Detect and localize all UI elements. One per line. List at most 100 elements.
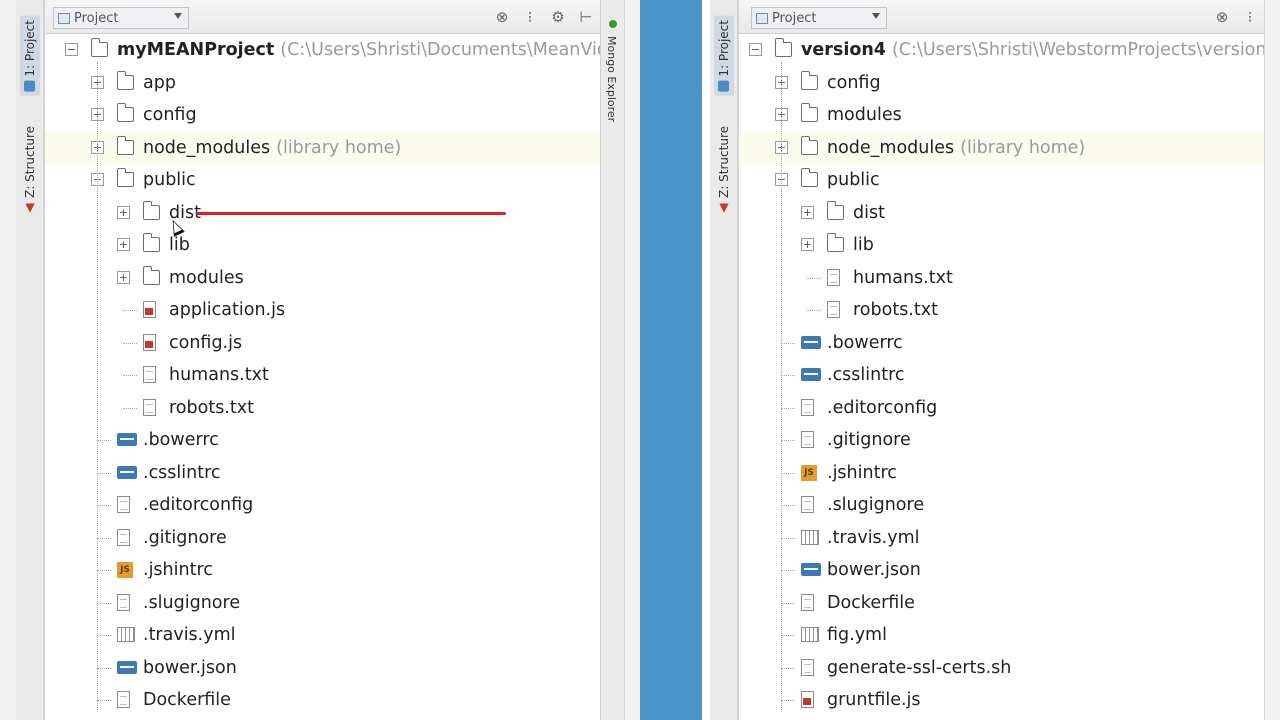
folder-icon bbox=[826, 200, 844, 220]
tree-item-bower-json[interactable]: bower.json bbox=[739, 554, 1264, 586]
tree-item-application-js[interactable]: application.js bbox=[45, 294, 600, 326]
tree-item-jshintrc[interactable]: JS .jshintrc bbox=[739, 457, 1264, 489]
tree-connector bbox=[781, 407, 795, 409]
screen-left-gutter bbox=[0, 0, 16, 720]
text-file-icon bbox=[143, 366, 156, 383]
left-ide-window: 1: Project ▲ Z: Structure Project ⊗ ⁝ ⚙ … bbox=[16, 0, 640, 720]
item-name: application.js bbox=[169, 300, 286, 320]
desktop-background bbox=[640, 0, 702, 720]
expand-toggle-icon[interactable]: + bbox=[801, 238, 814, 251]
tree-item-editorconfig[interactable]: .editorconfig bbox=[739, 392, 1264, 424]
target-icon[interactable]: ⊗ bbox=[494, 8, 510, 26]
tree-item-gitignore[interactable]: .gitignore bbox=[739, 424, 1264, 456]
item-name: .jshintrc bbox=[143, 560, 213, 580]
item-name: .bowerrc bbox=[143, 430, 219, 450]
text-file-icon bbox=[801, 496, 814, 513]
collapse-toggle-icon[interactable]: − bbox=[749, 43, 762, 56]
tree-item-robots-txt[interactable]: robots.txt bbox=[739, 294, 1264, 326]
expand-toggle-icon[interactable]: + bbox=[801, 205, 814, 219]
jshint-file-icon: JS bbox=[801, 464, 817, 481]
tab-project[interactable]: 1: Project bbox=[20, 16, 40, 96]
gear-icon[interactable]: ⚙ bbox=[550, 8, 566, 26]
tree-connector bbox=[97, 505, 111, 506]
tree-item-modules[interactable]: + modules bbox=[739, 99, 1264, 131]
project-view-icon bbox=[58, 12, 70, 24]
tree-item-gitignore[interactable]: .gitignore bbox=[45, 522, 600, 554]
tree-item-bowerrc[interactable]: .bowerrc bbox=[739, 327, 1264, 359]
tree-item-config[interactable]: + config bbox=[739, 67, 1264, 99]
tree-connector bbox=[781, 440, 795, 441]
item-name: .jshintrc bbox=[827, 462, 897, 483]
tree-item-gruntfile-js[interactable]: gruntfile.js bbox=[739, 684, 1264, 716]
collapse-toggle-icon[interactable]: − bbox=[65, 43, 78, 56]
tree-item-travis-yml[interactable]: .travis.yml bbox=[739, 522, 1264, 554]
tree-item-travis-yml[interactable]: .travis.yml bbox=[45, 619, 600, 651]
pin-icon[interactable]: ⊢ bbox=[578, 8, 594, 26]
tree-item-humans-txt[interactable]: humans.txt bbox=[45, 359, 600, 391]
tree-connector bbox=[781, 635, 795, 636]
project-view-label-right: Project bbox=[772, 10, 817, 26]
json-file-icon bbox=[117, 660, 137, 674]
expand-toggle-icon[interactable]: + bbox=[117, 238, 130, 251]
tree-item-config-js[interactable]: config.js bbox=[45, 327, 600, 359]
tree-item-public[interactable]: − public bbox=[45, 164, 600, 196]
mongo-explorer-tab[interactable]: Mongo Explorer bbox=[605, 36, 618, 122]
tree-item-bower-json[interactable]: bower.json bbox=[45, 652, 600, 684]
tree-item-public[interactable]: − public bbox=[739, 164, 1264, 196]
tab-structure-label: Z: Structure bbox=[23, 126, 37, 198]
tree-item-dockerfile[interactable]: Dockerfile bbox=[739, 587, 1264, 619]
tree-item-humans-txt[interactable]: humans.txt bbox=[739, 262, 1264, 294]
item-name: lib bbox=[169, 235, 190, 255]
item-name: fig.yml bbox=[827, 625, 887, 645]
annotation-red-line bbox=[196, 212, 506, 215]
tree-root[interactable]: − version4 (C:\Users\Shristi\WebstormProje… bbox=[739, 34, 1280, 66]
chevron-down-icon bbox=[174, 13, 182, 19]
target-icon[interactable]: ⊗ bbox=[1214, 8, 1230, 26]
item-name: .slugignore bbox=[827, 495, 925, 515]
item-name: public bbox=[827, 170, 880, 190]
tab-project-right[interactable]: 1: Project bbox=[714, 16, 734, 96]
project-icon bbox=[24, 80, 36, 92]
tree-item-dockerfile[interactable]: Dockerfile bbox=[45, 684, 600, 716]
tree-item-bowerrc[interactable]: .bowerrc bbox=[45, 424, 600, 456]
tree-item-dist[interactable]: + dist bbox=[739, 197, 1264, 229]
tree-item-lib[interactable]: + lib bbox=[739, 229, 1264, 261]
jshint-file-icon: JS bbox=[117, 562, 133, 578]
item-name: node_modules bbox=[827, 137, 955, 158]
project-view-dropdown[interactable]: Project bbox=[53, 7, 189, 29]
tree-root[interactable]: − myMEANProject (C:\Users\Shristi\Document… bbox=[45, 34, 629, 66]
root-name: myMEANProject bbox=[117, 40, 275, 60]
tree-item-jshintrc[interactable]: JS .jshintrc bbox=[45, 554, 600, 586]
tree-item-slugignore[interactable]: .slugignore bbox=[739, 489, 1264, 521]
tree-item-robots-txt[interactable]: robots.txt bbox=[45, 392, 600, 424]
tab-structure-right[interactable]: ▲ Z: Structure bbox=[714, 126, 734, 216]
item-name: .travis.yml bbox=[143, 625, 236, 645]
tree-connector bbox=[97, 537, 111, 539]
expand-toggle-icon[interactable]: + bbox=[117, 270, 130, 284]
tree-item-lib[interactable]: + lib bbox=[45, 229, 600, 261]
expand-toggle-icon[interactable]: + bbox=[117, 205, 130, 219]
tab-structure[interactable]: ▲ Z: Structure bbox=[20, 126, 40, 216]
tree-item-generate-ssl-certs-sh[interactable]: generate-ssl-certs.sh bbox=[739, 652, 1264, 684]
project-view-dropdown-right[interactable]: Project bbox=[751, 7, 887, 29]
tree-item-fig-yml[interactable]: fig.yml bbox=[739, 619, 1264, 651]
project-toolbar-left: Project ⊗ ⁝ ⚙ ⊢ bbox=[45, 0, 600, 34]
folder-icon bbox=[800, 70, 818, 90]
item-name: .travis.yml bbox=[827, 527, 920, 548]
tree-item-app[interactable]: + app bbox=[45, 67, 600, 99]
tree-item-node-modules[interactable]: + node_modules (library home) bbox=[45, 131, 600, 164]
tree-guide-line bbox=[97, 62, 98, 712]
item-name: config bbox=[143, 105, 197, 125]
tree-item-csslintrc[interactable]: .csslintrc bbox=[739, 359, 1264, 391]
project-view-label: Project bbox=[74, 10, 119, 26]
tree-item-slugignore[interactable]: .slugignore bbox=[45, 587, 600, 619]
tree-item-modules[interactable]: + modules bbox=[45, 262, 600, 294]
collapse-icon[interactable]: ⁝ bbox=[1242, 8, 1258, 26]
tree-item-node-modules[interactable]: + node_modules (library home) bbox=[739, 131, 1264, 164]
tree-item-editorconfig[interactable]: .editorconfig bbox=[45, 489, 600, 521]
tree-item-csslintrc[interactable]: .csslintrc bbox=[45, 457, 600, 489]
tree-connector bbox=[123, 407, 137, 409]
folder-icon bbox=[116, 103, 134, 122]
collapse-icon[interactable]: ⁝ bbox=[522, 8, 538, 26]
tree-item-config[interactable]: + config bbox=[45, 99, 600, 131]
